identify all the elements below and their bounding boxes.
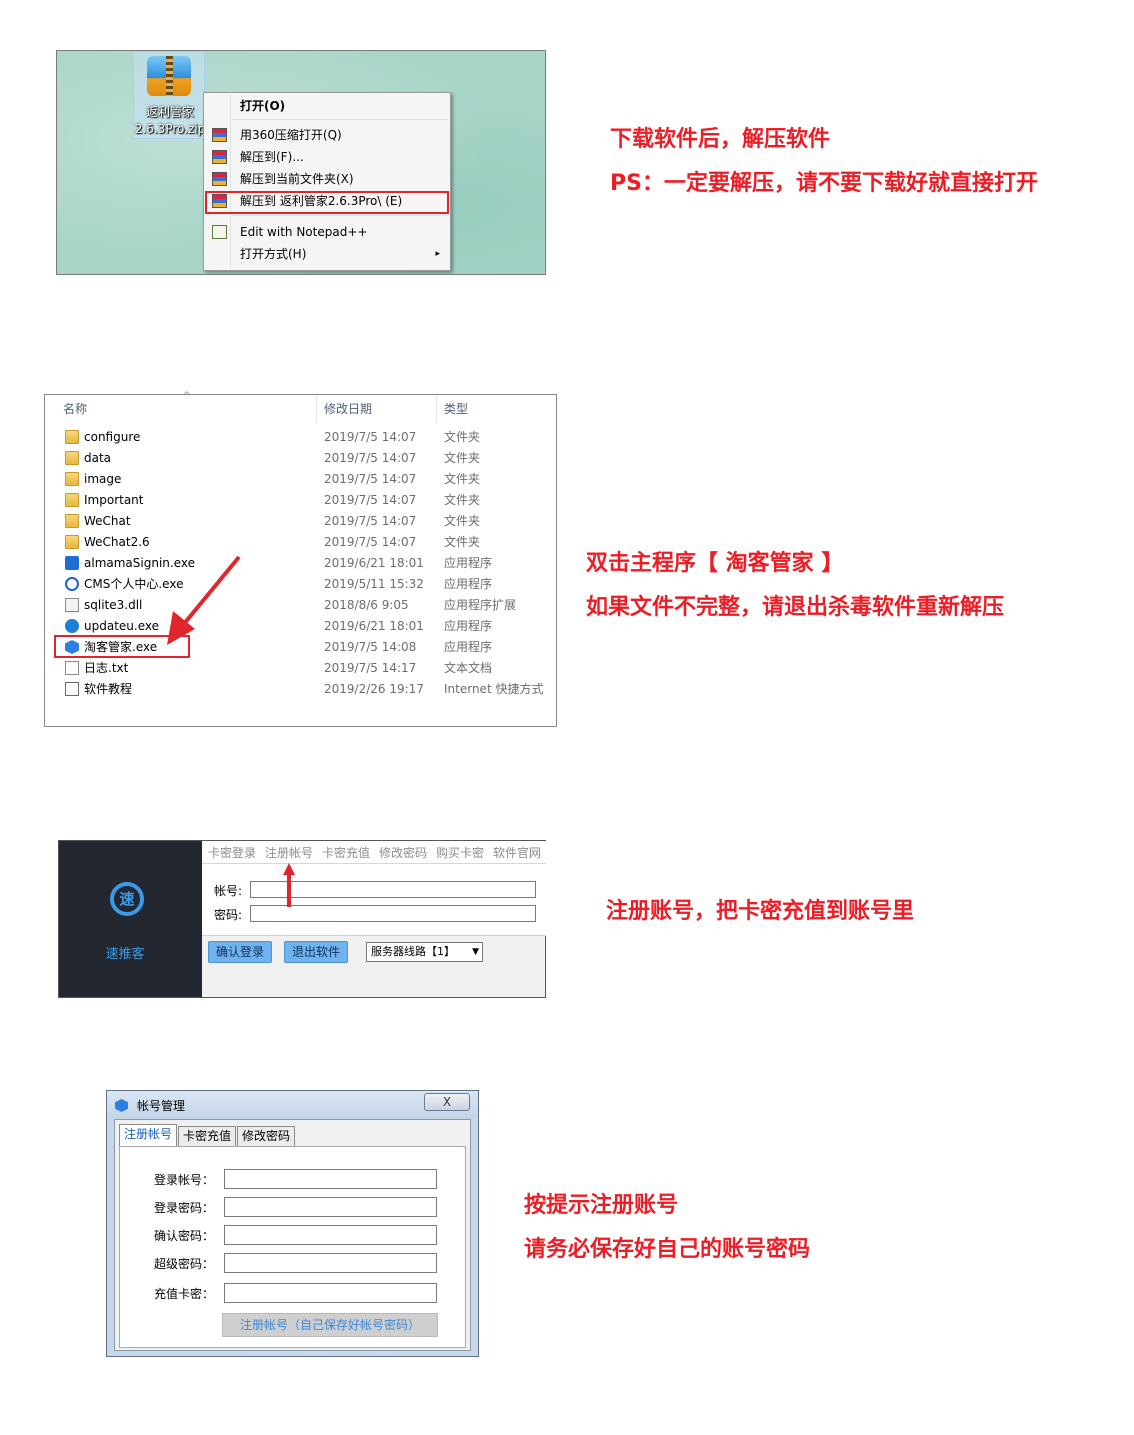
archive-icon xyxy=(212,150,227,164)
file-row[interactable]: Important 2019/7/5 14:07 文件夹 xyxy=(45,490,556,511)
tab-change-password[interactable]: 修改密码 xyxy=(237,1126,296,1146)
desktop-icon-label: 返利管家 2.6.3Pro.zip xyxy=(134,105,206,136)
file-explorer-list: 名称 修改日期 类型 ^ configure 2019/7/5 14:07 文件… xyxy=(44,391,557,727)
login-password-input[interactable] xyxy=(224,1197,437,1217)
file-row[interactable]: updateu.exe 2019/6/21 18:01 应用程序 xyxy=(45,616,556,637)
brand-name: 速推客 xyxy=(105,947,145,962)
column-header-type[interactable]: 类型 xyxy=(444,400,468,417)
confirm-password-label: 确认密码： xyxy=(154,1229,215,1243)
file-row[interactable]: WeChat2.6 2019/7/5 14:07 文件夹 xyxy=(45,532,556,553)
desktop-zip-file[interactable]: 返利管家 2.6.3Pro.zip xyxy=(133,51,205,139)
super-password-input[interactable] xyxy=(224,1253,437,1273)
file-row[interactable]: WeChat 2019/7/5 14:07 文件夹 xyxy=(45,511,556,532)
archive-icon xyxy=(212,172,227,186)
menu-item-open-with[interactable]: 打开方式(H) ▸ xyxy=(206,243,448,265)
archive-icon xyxy=(212,128,227,142)
step4-caption-2: 请务必保存好自己的账号密码 xyxy=(524,1237,811,1262)
sort-chevron-icon: ^ xyxy=(183,391,191,401)
app-icon xyxy=(115,1099,128,1112)
password-label: 密码: xyxy=(214,908,243,922)
folder-icon xyxy=(65,493,79,507)
file-row[interactable]: configure 2019/7/5 14:07 文件夹 xyxy=(45,427,556,448)
desktop-screenshot: 返利管家 2.6.3Pro.zip 打开(O) 用360压缩打开(Q) 解压到(… xyxy=(56,50,546,275)
file-row[interactable]: image 2019/7/5 14:07 文件夹 xyxy=(45,469,556,490)
file-row[interactable]: 日志.txt 2019/7/5 14:17 文本文档 xyxy=(45,658,556,679)
context-menu: 打开(O) 用360压缩打开(Q) 解压到(F)... 解压到当前文件夹(X) … xyxy=(203,92,451,271)
menu-item-open[interactable]: 打开(O) xyxy=(206,95,448,117)
password-input[interactable] xyxy=(250,905,536,922)
step2-caption-1: 双击主程序【 淘客管家 】 xyxy=(586,551,844,576)
exit-button[interactable]: 退出软件 xyxy=(284,941,349,963)
recharge-card-label: 充值卡密： xyxy=(154,1287,215,1301)
menu-separator xyxy=(232,119,448,120)
tab-change-password[interactable]: 修改密码 xyxy=(379,844,427,861)
chevron-down-icon: ▼ xyxy=(472,947,479,957)
login-tabs: 卡密登录 注册帐号 卡密充值 修改密码 购买卡密 软件官网 xyxy=(202,841,546,864)
recharge-card-input[interactable] xyxy=(224,1283,437,1303)
login-password-label: 登录密码： xyxy=(154,1201,215,1215)
file-row[interactable]: almamaSignin.exe 2019/6/21 18:01 应用程序 xyxy=(45,553,556,574)
logo-icon: 速 xyxy=(110,882,144,916)
app-icon xyxy=(65,556,79,570)
step4-caption-1: 按提示注册账号 xyxy=(524,1193,679,1218)
app-icon xyxy=(65,577,79,591)
update-icon xyxy=(65,619,79,633)
tab-buy-card[interactable]: 购买卡密 xyxy=(436,844,484,861)
register-pane: 登录帐号： 登录密码： 确认密码： 超级密码： 充值卡密： 注册帐号（自己保存好… xyxy=(119,1146,466,1348)
file-row[interactable]: CMS个人中心.exe 2019/5/11 15:32 应用程序 xyxy=(45,574,556,595)
login-sidebar: 速 速推客 xyxy=(59,841,202,997)
close-button[interactable]: X xyxy=(424,1093,470,1111)
menu-separator xyxy=(232,215,448,216)
tab-card-login[interactable]: 卡密登录 xyxy=(208,844,256,861)
menu-item-extract-to[interactable]: 解压到(F)... xyxy=(206,146,448,168)
dialog-titlebar: 帐号管理 X xyxy=(107,1091,478,1119)
step3-caption: 注册账号，把卡密充值到账号里 xyxy=(606,899,915,924)
menu-item-extract-here[interactable]: 解压到当前文件夹(X) xyxy=(206,168,448,190)
server-select[interactable]: 服务器线路【1】 ▼ xyxy=(366,942,483,962)
tab-website[interactable]: 软件官网 xyxy=(493,844,541,861)
login-window: 速 速推客 卡密登录 注册帐号 卡密充值 修改密码 购买卡密 软件官网 帐号: … xyxy=(58,840,546,998)
folder-icon xyxy=(65,472,79,486)
tab-register[interactable]: 注册帐号 xyxy=(119,1124,178,1147)
step2-caption-2: 如果文件不完整，请退出杀毒软件重新解压 xyxy=(586,595,1005,620)
file-row[interactable]: data 2019/7/5 14:07 文件夹 xyxy=(45,448,556,469)
menu-item-edit-notepad[interactable]: Edit with Notepad++ xyxy=(206,221,448,243)
account-dialog: 帐号管理 X 注册帐号 卡密充值 修改密码 登录帐号： 登录密码： 确认密码： … xyxy=(106,1090,479,1357)
confirm-password-input[interactable] xyxy=(224,1225,437,1245)
dialog-body: 注册帐号 卡密充值 修改密码 登录帐号： 登录密码： 确认密码： 超级密码： 充… xyxy=(114,1119,471,1351)
step1-caption-2: PS：一定要解压，请不要下载好就直接打开 xyxy=(610,171,1038,196)
login-account-label: 登录帐号： xyxy=(154,1173,215,1187)
column-header-name[interactable]: 名称 xyxy=(63,400,87,417)
tab-register[interactable]: 注册帐号 xyxy=(265,844,313,861)
super-password-label: 超级密码： xyxy=(154,1257,215,1271)
file-row[interactable]: 软件教程 2019/2/26 19:17 Internet 快捷方式 xyxy=(45,679,556,700)
zip-archive-icon xyxy=(147,56,191,96)
dialog-title: 帐号管理 xyxy=(137,1099,186,1113)
folder-icon xyxy=(65,451,79,465)
chevron-right-icon: ▸ xyxy=(435,249,440,259)
pointer-arrow-icon xyxy=(283,863,295,907)
login-account-input[interactable] xyxy=(224,1169,437,1189)
dll-icon xyxy=(65,598,79,612)
login-form: 帐号: 密码: xyxy=(202,864,546,936)
folder-icon xyxy=(65,535,79,549)
column-header-date[interactable]: 修改日期 xyxy=(324,400,372,417)
pointer-arrow-icon xyxy=(167,555,241,645)
notepad-icon xyxy=(212,225,227,239)
account-label: 帐号: xyxy=(214,884,243,898)
login-button[interactable]: 确认登录 xyxy=(208,941,273,963)
register-button[interactable]: 注册帐号（自己保存好帐号密码） xyxy=(222,1313,438,1337)
folder-icon xyxy=(65,514,79,528)
step1-caption-1: 下载软件后，解压软件 xyxy=(610,127,831,152)
text-file-icon xyxy=(65,661,79,675)
file-row[interactable]: sqlite3.dll 2018/8/6 9:05 应用程序扩展 xyxy=(45,595,556,616)
menu-item-open-360[interactable]: 用360压缩打开(Q) xyxy=(206,124,448,146)
folder-icon xyxy=(65,430,79,444)
highlight-box xyxy=(205,191,449,214)
shortcut-icon xyxy=(65,682,79,696)
tab-recharge[interactable]: 卡密充值 xyxy=(178,1126,237,1146)
tab-recharge[interactable]: 卡密充值 xyxy=(322,844,370,861)
